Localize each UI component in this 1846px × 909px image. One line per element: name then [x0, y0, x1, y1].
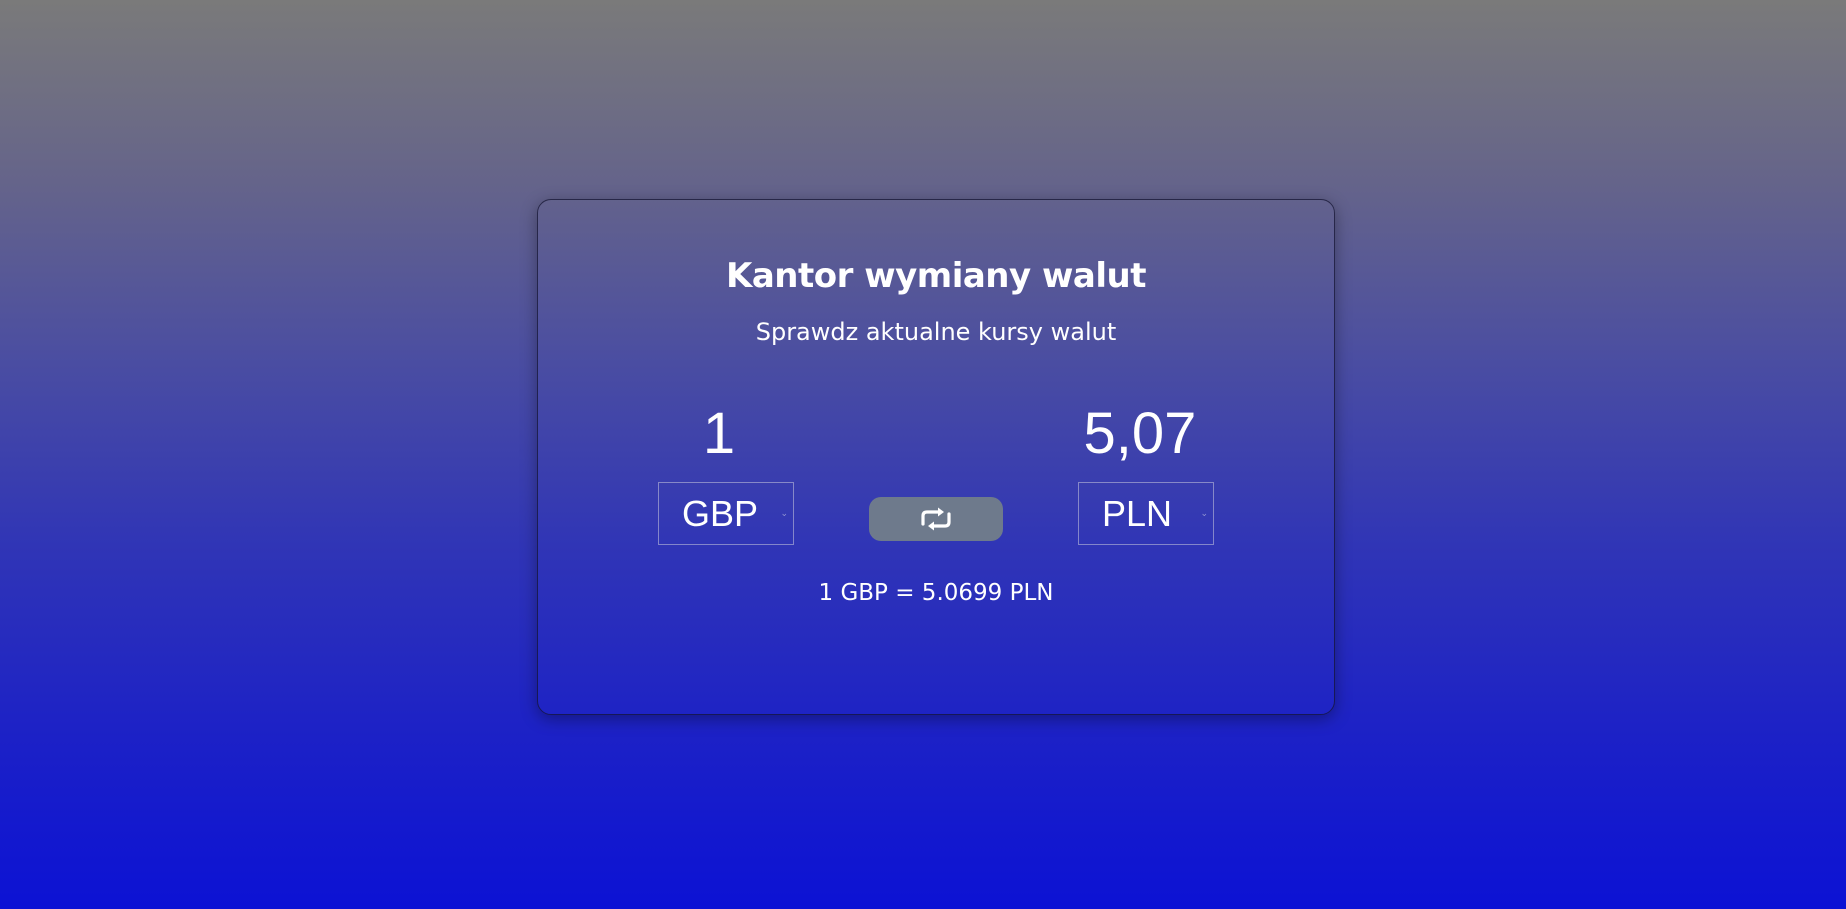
from-currency-select[interactable]: GBP ⌄	[658, 482, 794, 545]
from-currency-value: GBP	[682, 492, 759, 534]
from-amount: 1	[702, 401, 736, 466]
chevron-down-icon: ⌄	[1200, 508, 1208, 518]
page-title: Kantor wymiany walut	[726, 256, 1146, 296]
chevron-down-icon: ⌄	[780, 508, 788, 518]
swap-currencies-button[interactable]	[869, 497, 1003, 541]
converter-card: Kantor wymiany walut Sprawdz aktualne ku…	[537, 199, 1335, 715]
page-subtitle: Sprawdz aktualne kursy walut	[755, 318, 1117, 346]
to-currency-value: PLN	[1102, 492, 1173, 534]
exchange-rate-text: 1 GBP = 5.0699 PLN	[818, 580, 1054, 606]
swap-arrows-icon	[921, 507, 951, 531]
to-currency-select[interactable]: PLN ⌄	[1078, 482, 1214, 545]
to-amount: 5,07	[1083, 401, 1197, 466]
